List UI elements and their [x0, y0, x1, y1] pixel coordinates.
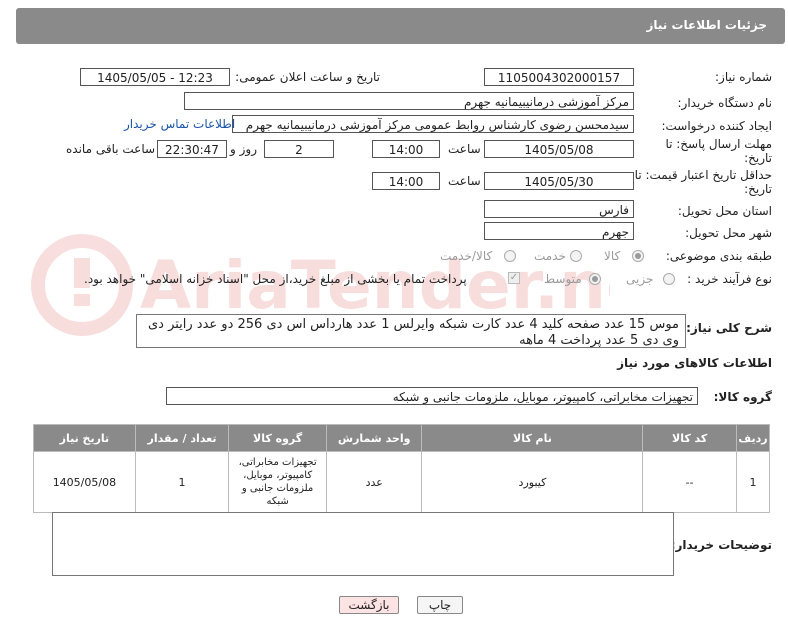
- category-label: طبقه بندی موضوعی:: [665, 249, 772, 263]
- remaining-label: ساعت باقی مانده: [66, 142, 156, 156]
- back-button[interactable]: بازگشت: [339, 596, 399, 614]
- category-both-radio[interactable]: [504, 250, 516, 262]
- cell-item-code: --: [642, 451, 737, 513]
- remaining-time-field: 22:30:47: [157, 140, 227, 158]
- col-goods-group: گروه کالا: [228, 424, 327, 452]
- general-desc-box: موس 15 عدد صفحه کلید 4 عدد کارت شبکه وای…: [136, 314, 686, 348]
- category-both-label: کالا/خدمت: [440, 249, 493, 263]
- city-field: جهرم: [484, 222, 634, 240]
- price-time-label: ساعت: [448, 174, 481, 188]
- print-button[interactable]: چاپ: [417, 596, 463, 614]
- process-minor-label: جزیی: [626, 272, 654, 286]
- cell-row-number: 1: [735, 451, 771, 513]
- announce-label: تاریخ و ساعت اعلان عمومی:: [235, 70, 380, 84]
- buyer-notes-label: توضیحات خریدار:: [670, 538, 772, 552]
- need-number-label: شماره نیاز:: [715, 70, 772, 84]
- items-table: ردیف کد کالا نام کالا واحد شمارش گروه کا…: [33, 424, 771, 513]
- days-field: 2: [264, 140, 334, 158]
- category-service-label: خدمت: [534, 249, 566, 263]
- need-number-field: 1105004302000157: [484, 68, 634, 86]
- goods-group-field: تجهیزات مخابراتی، کامپیوتر، موبایل، ملزو…: [166, 387, 698, 405]
- province-label: استان محل تحویل:: [677, 204, 772, 218]
- days-label: روز و: [230, 142, 257, 156]
- cell-item-name: کیبورد: [421, 451, 644, 513]
- price-validity-label: حداقل تاریخ اعتبار قیمت: تا تاریخ:: [634, 168, 772, 196]
- city-label: شهر محل تحویل:: [685, 226, 772, 240]
- deadline-date-field: 1405/05/08: [484, 140, 634, 158]
- cell-goods-group: تجهیزات مخابراتی، کامپیوتر، موبایل، ملزو…: [228, 451, 327, 513]
- general-desc-label: شرح کلی نیاز:: [686, 321, 772, 335]
- table-header-row: ردیف کد کالا نام کالا واحد شمارش گروه کا…: [33, 424, 771, 452]
- col-need-date: تاریخ نیاز: [33, 424, 136, 452]
- creator-label: ایجاد کننده درخواست:: [661, 119, 772, 133]
- province-field: فارس: [484, 200, 634, 218]
- treasury-payment-checkbox[interactable]: ✓: [508, 272, 520, 284]
- col-row-number: ردیف: [735, 424, 771, 452]
- col-item-code: کد کالا: [642, 424, 737, 452]
- buyer-notes-box: [52, 512, 674, 576]
- buyer-org-field: مرکز آموزشی درمانیبیمانیه جهرم: [184, 92, 634, 110]
- deadline-time-field: 14:00: [372, 140, 440, 158]
- page-header: جزئیات اطلاعات نیاز: [16, 8, 785, 44]
- cell-unit: عدد: [325, 451, 423, 513]
- goods-info-title: اطلاعات کالاهای مورد نیاز: [617, 356, 772, 370]
- category-goods-label: کالا: [604, 249, 621, 263]
- process-label: نوع فرآیند خرید :: [687, 272, 772, 286]
- treasury-payment-note: پرداخت تمام یا بخشی از مبلغ خرید،از محل …: [84, 272, 467, 286]
- category-service-radio[interactable]: [570, 250, 582, 262]
- process-medium-radio[interactable]: [589, 273, 601, 285]
- process-medium-label: متوسط: [544, 272, 582, 286]
- announce-field: 1405/05/05 - 12:23: [80, 68, 230, 86]
- page-title: جزئیات اطلاعات نیاز: [646, 18, 767, 32]
- price-date-field: 1405/05/30: [484, 172, 634, 190]
- deadline-label: مهلت ارسال پاسخ: تا تاریخ:: [665, 137, 772, 165]
- cell-need-date: 1405/05/08: [33, 451, 136, 513]
- col-item-name: نام کالا: [421, 424, 644, 452]
- col-unit: واحد شمارش: [325, 424, 423, 452]
- cell-quantity: 1: [134, 451, 230, 513]
- goods-group-label: گروه کالا:: [713, 390, 772, 404]
- process-minor-radio[interactable]: [663, 273, 675, 285]
- buyer-contact-link[interactable]: اطلاعات تماس خریدار: [124, 117, 235, 131]
- buyer-org-label: نام دستگاه خریدار:: [677, 96, 773, 110]
- category-goods-radio[interactable]: [632, 250, 644, 262]
- table-row: 1 -- کیبورد عدد تجهیزات مخابراتی، کامپیو…: [33, 451, 771, 513]
- deadline-time-label: ساعت: [448, 142, 481, 156]
- price-time-field: 14:00: [372, 172, 440, 190]
- col-quantity: تعداد / مقدار: [134, 424, 230, 452]
- creator-field: سیدمحسن رضوی کارشناس روابط عمومی مرکز آم…: [232, 115, 634, 133]
